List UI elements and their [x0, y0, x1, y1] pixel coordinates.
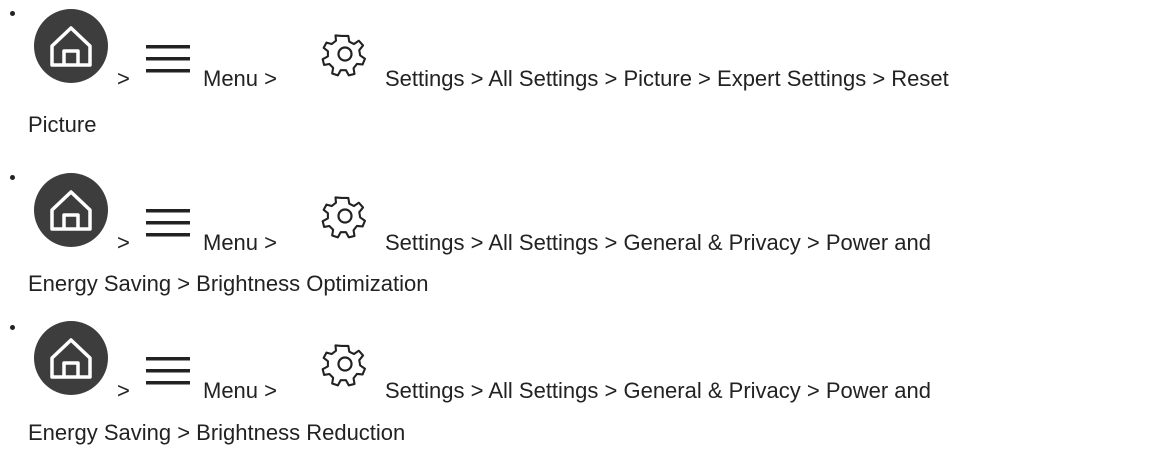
path-text-line1: Settings > All Settings > General & Priv… — [385, 230, 932, 255]
separator: > — [117, 66, 130, 91]
menu-icon — [146, 44, 190, 74]
home-icon — [33, 8, 109, 84]
menu-icon — [146, 356, 190, 386]
separator: > — [117, 230, 130, 255]
path-text-line1: Settings > All Settings > Picture > Expe… — [385, 66, 949, 91]
list-item: > Menu > Settings > All Settings > Pictu… — [0, 0, 1149, 150]
menu-icon — [146, 208, 190, 238]
path-text-line1: Settings > All Settings > General & Priv… — [385, 378, 932, 403]
gear-icon — [321, 340, 369, 388]
home-icon — [33, 320, 109, 396]
path-text-line2: Energy Saving > Brightness Reduction — [28, 420, 406, 445]
menu-label: Menu > — [203, 378, 277, 403]
menu-label: Menu > — [203, 230, 277, 255]
list-item: > Menu > Settings > All Settings > Gener… — [0, 152, 1149, 302]
gear-icon — [321, 192, 369, 240]
bullet — [10, 325, 15, 330]
path-text-line2: Picture — [28, 112, 97, 137]
path-text-line2: Energy Saving > Brightness Optimization — [28, 271, 429, 296]
menu-label: Menu > — [203, 66, 277, 91]
bullet — [10, 175, 15, 180]
home-icon — [33, 172, 109, 248]
list-item: > Menu > Settings > All Settings > Gener… — [0, 302, 1149, 452]
gear-icon — [321, 30, 369, 78]
separator: > — [117, 378, 130, 403]
bullet — [10, 11, 15, 16]
